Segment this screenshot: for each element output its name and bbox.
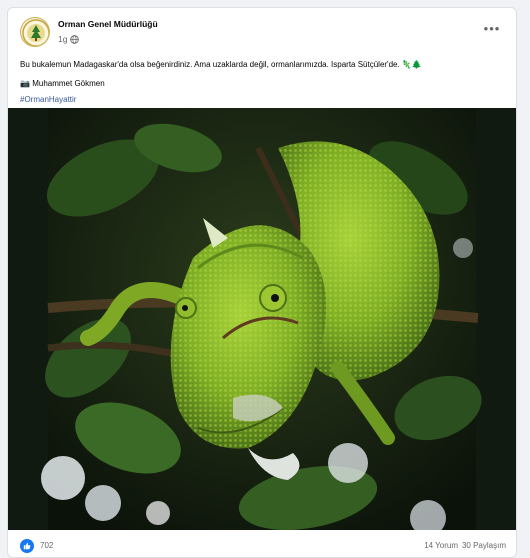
page-name[interactable]: Orman Genel Müdürlüğü <box>58 19 158 29</box>
hashtag-link[interactable]: #OrmanHayattir <box>20 95 76 104</box>
post-photo[interactable] <box>8 108 516 530</box>
post-meta: 1g <box>58 34 80 44</box>
chameleon-photo <box>8 108 516 530</box>
post-footer: 702 14 Yorum 30 Paylaşım <box>8 538 516 557</box>
photo-credit: 📷 Muhammet Gökmen <box>20 79 105 88</box>
share-count[interactable]: 30 Paylaşım <box>462 541 506 550</box>
thumbs-up-icon <box>23 542 31 550</box>
page-avatar[interactable] <box>20 17 50 47</box>
more-options-button[interactable]: ••• <box>480 17 504 39</box>
post-text: Bu bukalemun Madagaskar'da olsa beğenird… <box>20 60 422 69</box>
globe-icon <box>70 34 80 44</box>
ogm-logo-icon <box>22 19 49 46</box>
camera-icon: 📷 <box>20 79 30 88</box>
post-time[interactable]: 1g <box>58 34 67 44</box>
post-header: Orman Genel Müdürlüğü 1g ••• <box>20 17 504 53</box>
comment-count[interactable]: 14 Yorum <box>424 541 458 550</box>
photographer-name: Muhammet Gökmen <box>32 79 105 88</box>
post-card: Orman Genel Müdürlüğü 1g ••• Bu bukalemu… <box>7 7 517 558</box>
reaction-count[interactable]: 702 <box>40 541 53 550</box>
like-icon[interactable] <box>20 539 34 553</box>
